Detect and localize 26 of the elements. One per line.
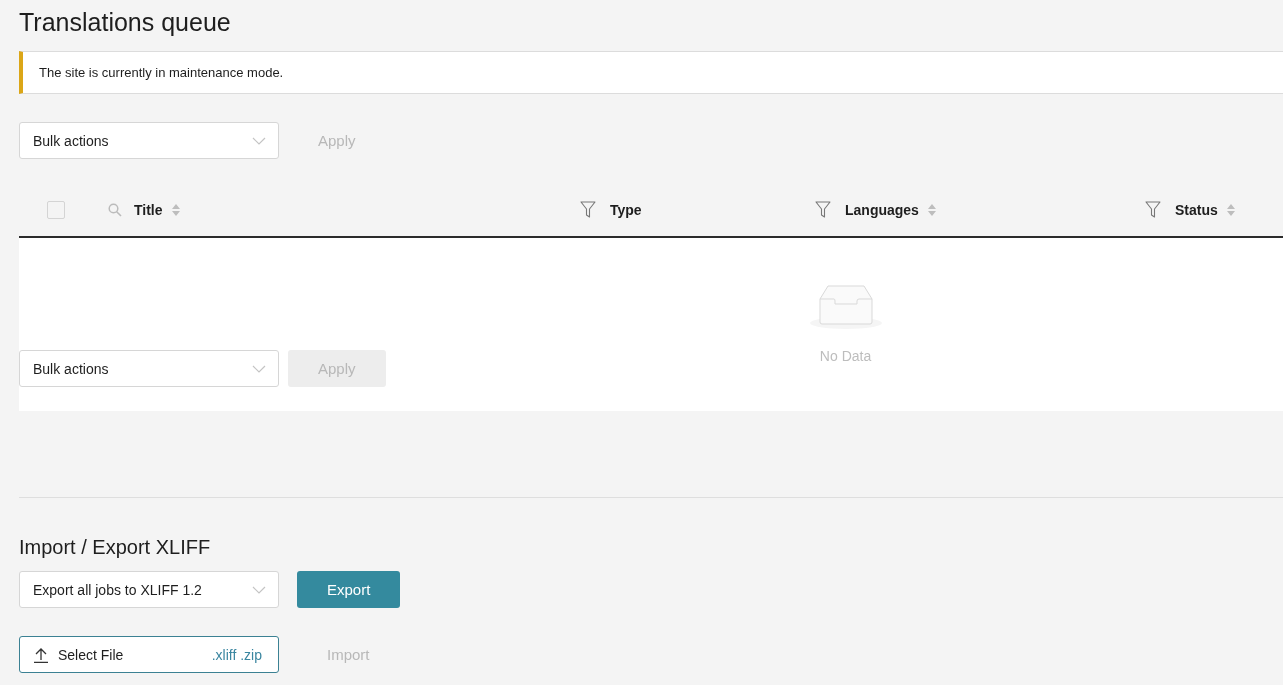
upload-icon xyxy=(34,646,48,663)
maintenance-notice: The site is currently in maintenance mode. xyxy=(19,51,1283,94)
filter-icon[interactable] xyxy=(1145,201,1161,219)
file-picker[interactable]: Select File .xliff .zip xyxy=(19,636,279,673)
dropdown-select[interactable]: Export all jobs to XLIFF 1.2 xyxy=(19,571,279,608)
column-header[interactable]: Type xyxy=(610,202,642,218)
sort-icon[interactable] xyxy=(170,202,181,218)
filter-icon[interactable] xyxy=(580,201,596,219)
sort-icon[interactable] xyxy=(1225,202,1236,218)
chevron-down-icon xyxy=(252,136,266,145)
search-icon[interactable] xyxy=(108,203,122,217)
section-heading: Import / Export XLIFF xyxy=(19,535,212,559)
column-header[interactable]: Languages xyxy=(845,202,919,218)
chevron-down-icon xyxy=(252,585,266,594)
dropdown-select[interactable]: Bulk actions xyxy=(19,350,279,387)
column-header[interactable]: Title xyxy=(134,202,163,218)
chevron-down-icon xyxy=(252,364,266,373)
select-all-checkbox[interactable] xyxy=(47,201,65,219)
column-header[interactable]: Status xyxy=(1175,202,1218,218)
empty-inbox-icon xyxy=(809,282,882,330)
empty-state-text: No Data xyxy=(819,348,872,364)
filter-icon[interactable] xyxy=(815,201,831,219)
page-title: Translations queue xyxy=(19,7,232,38)
dropdown-select[interactable]: Bulk actions xyxy=(19,122,279,159)
sort-icon[interactable] xyxy=(926,202,937,218)
export-button[interactable]: Export xyxy=(297,571,401,608)
